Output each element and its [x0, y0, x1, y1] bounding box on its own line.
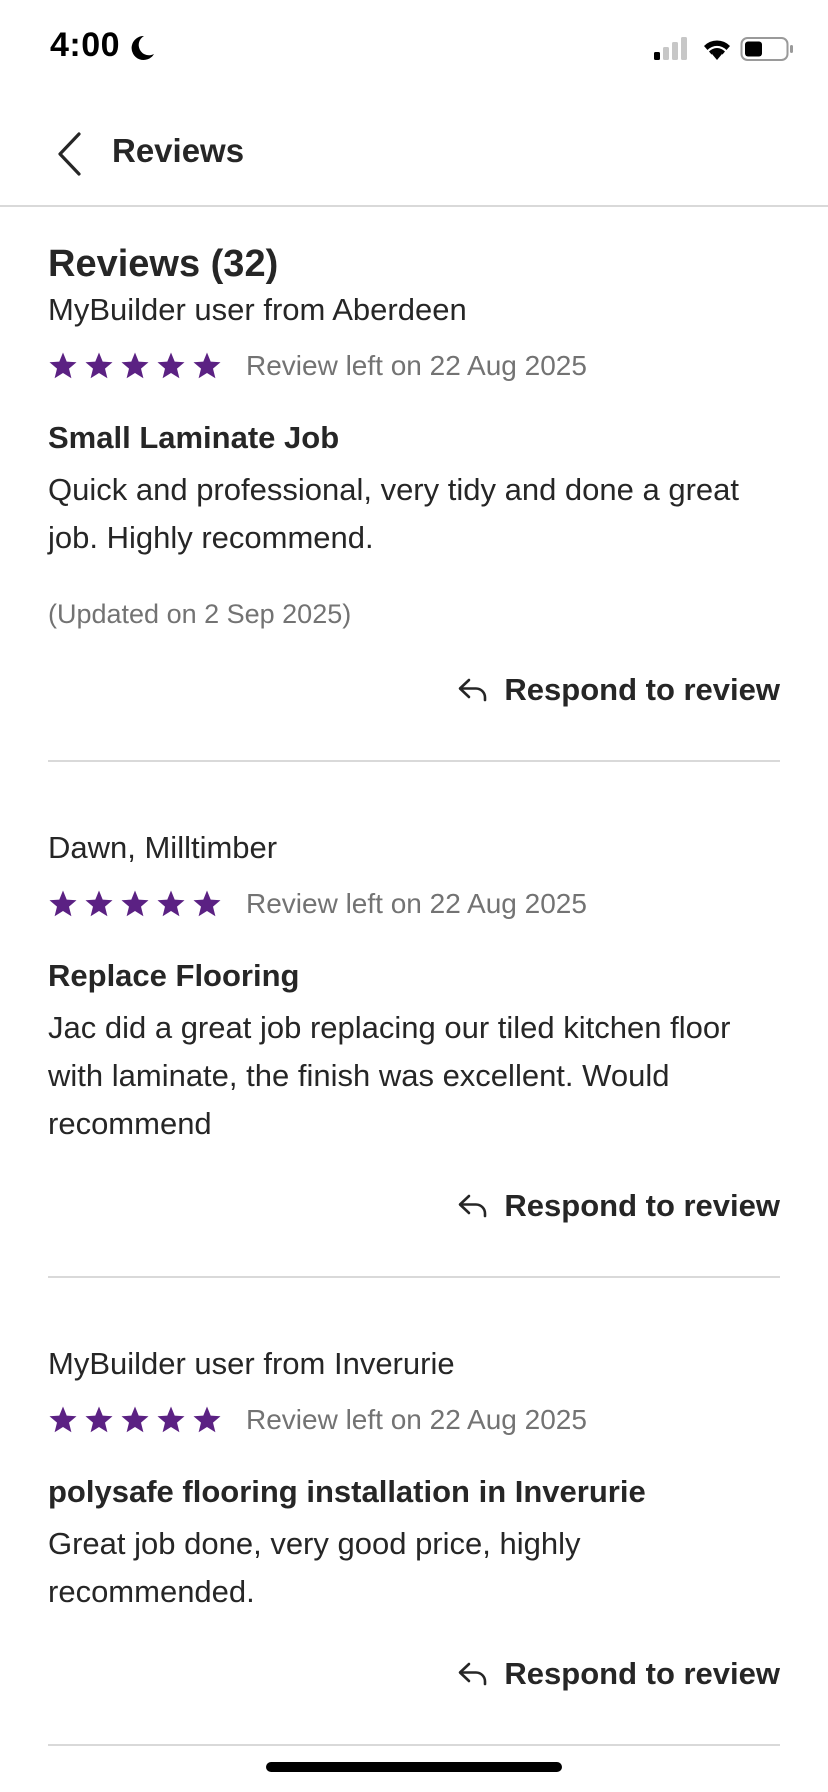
wifi-icon [704, 40, 730, 60]
home-indicator [266, 1762, 562, 1772]
respond-row: Respond to review [48, 668, 780, 712]
rating-row: Review left on 22 Aug 2025 [48, 346, 780, 386]
respond-to-review-button[interactable]: Respond to review [456, 672, 780, 708]
review-updated-date: (Updated on 2 Sep 2025) [48, 599, 352, 629]
respond-to-review-label: Respond to review [504, 1656, 780, 1691]
star-icon [85, 890, 113, 917]
status-time: 4:00 [50, 26, 121, 64]
star-icon [85, 1406, 113, 1433]
reply-icon [459, 1194, 487, 1218]
respond-to-review-button[interactable]: Respond to review [456, 1188, 780, 1224]
star-icon [157, 890, 185, 917]
review-body: Jac did a great job replacing our tiled … [48, 1010, 731, 1141]
reviews-count-heading: Reviews (32) [48, 243, 279, 285]
star-icon [157, 352, 185, 379]
respond-row: Respond to review [48, 1652, 780, 1696]
star-icon [193, 1406, 221, 1433]
rating-row: Review left on 22 Aug 2025 [48, 884, 780, 924]
status-bar: 4:00 [0, 0, 828, 100]
review-card: MyBuilder user from Inverurie Review lef… [48, 1344, 780, 1746]
respond-row: Respond to review [48, 1184, 780, 1228]
star-icon [49, 1406, 77, 1433]
star-rating [48, 1405, 222, 1435]
battery-icon [740, 37, 793, 61]
respond-to-review-label: Respond to review [504, 672, 780, 707]
review-date: Review left on 22 Aug 2025 [246, 888, 587, 919]
star-icon [49, 890, 77, 917]
review-title: polysafe flooring installation in Inveru… [48, 1474, 646, 1509]
star-rating [48, 351, 222, 381]
nav-title: Reviews [112, 132, 245, 169]
review-title: Replace Flooring [48, 958, 300, 993]
star-icon [157, 1406, 185, 1433]
reviewer-name: Dawn, Milltimber [48, 830, 278, 865]
review-date: Review left on 22 Aug 2025 [246, 350, 587, 381]
reviewer-name: MyBuilder user from Aberdeen [48, 292, 467, 327]
review-card: Dawn, Milltimber Review left on 22 Aug 2… [48, 828, 780, 1278]
review-body: Quick and professional, very tidy and do… [48, 472, 740, 555]
review-date: Review left on 22 Aug 2025 [246, 1404, 587, 1435]
divider [48, 760, 780, 762]
star-icon [193, 890, 221, 917]
review-card: MyBuilder user from Aberdeen Review left… [48, 290, 780, 762]
chevron-left-icon [58, 132, 81, 176]
respond-to-review-button[interactable]: Respond to review [456, 1656, 780, 1692]
star-icon [85, 352, 113, 379]
star-rating [48, 889, 222, 919]
signal-icon [654, 37, 687, 60]
rating-row: Review left on 22 Aug 2025 [48, 1400, 780, 1440]
star-icon [193, 352, 221, 379]
back-button[interactable] [44, 126, 94, 182]
review-title: Small Laminate Job [48, 420, 340, 455]
nav-bar: Reviews [0, 100, 828, 207]
reply-icon [459, 678, 487, 702]
star-icon [121, 890, 149, 917]
divider [48, 1276, 780, 1278]
star-icon [121, 352, 149, 379]
reviews-list: Reviews (32) MyBuilder user from Aberdee… [48, 208, 780, 1746]
moon-icon [131, 35, 154, 60]
review-body: Great job done, very good price, highly … [48, 1526, 581, 1609]
star-icon [49, 352, 77, 379]
reviewer-name: MyBuilder user from Inverurie [48, 1346, 455, 1381]
divider [48, 1744, 780, 1746]
respond-to-review-label: Respond to review [504, 1188, 780, 1223]
star-icon [121, 1406, 149, 1433]
reply-icon [459, 1662, 487, 1686]
